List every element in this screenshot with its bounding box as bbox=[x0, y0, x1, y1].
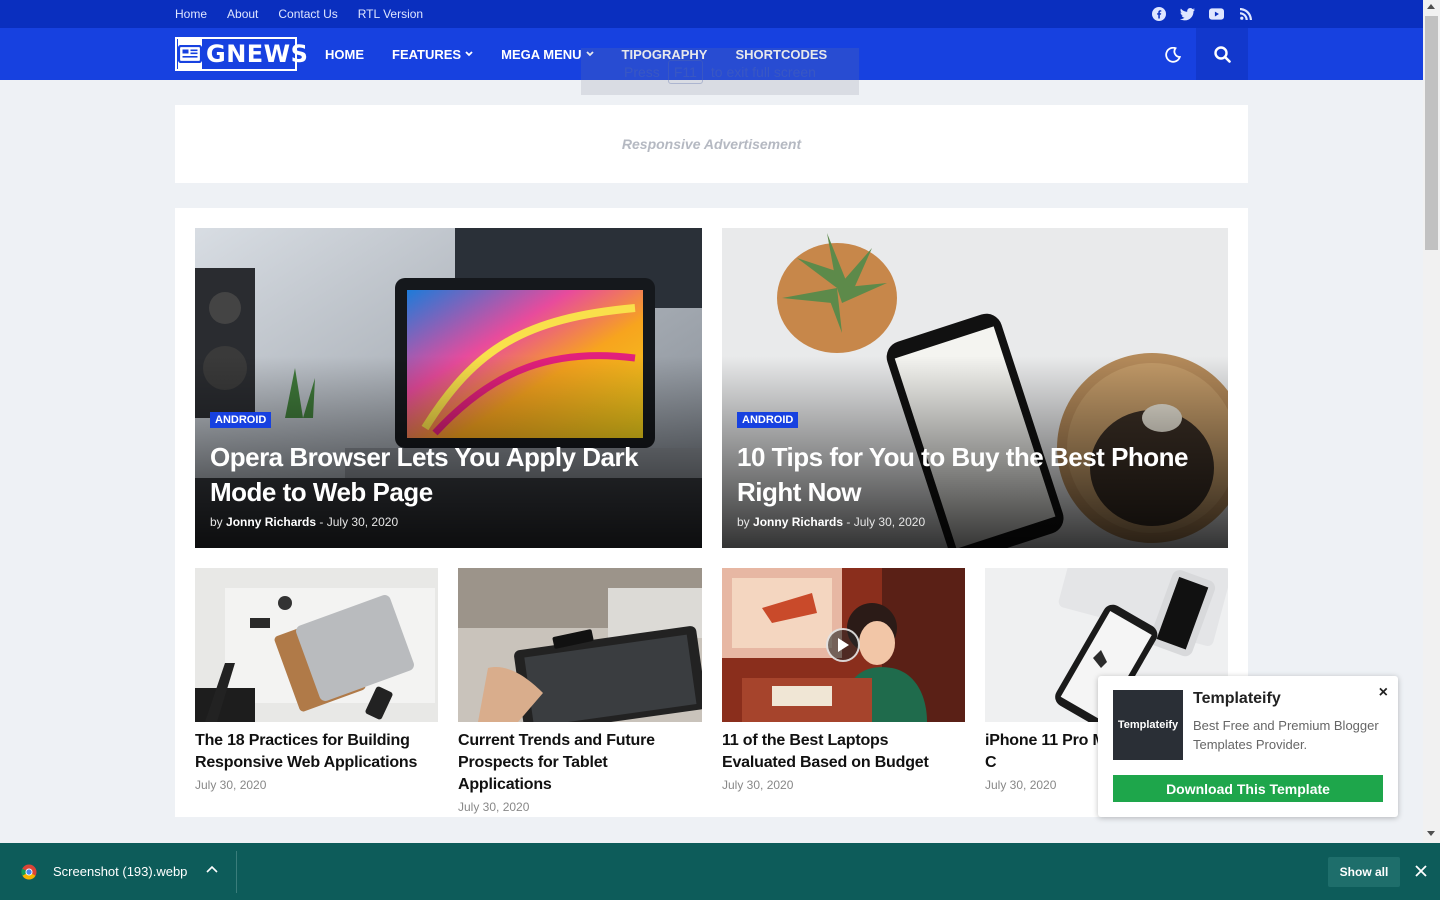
nav-mega-menu[interactable]: MEGA MENU bbox=[501, 46, 594, 62]
toast-key: F11 bbox=[667, 59, 703, 84]
scroll-down-arrow-icon[interactable] bbox=[1427, 831, 1435, 836]
desk-image bbox=[195, 568, 438, 722]
fullscreen-toast: Press F11 to exit full screen bbox=[581, 48, 859, 95]
top-links: Home About Contact Us RTL Version bbox=[175, 0, 423, 28]
post-title[interactable]: The 18 Practices for Building Responsive… bbox=[195, 730, 438, 774]
post-thumbnail[interactable] bbox=[195, 568, 438, 722]
top-link-contact[interactable]: Contact Us bbox=[278, 7, 337, 21]
meta-by: by bbox=[210, 515, 223, 529]
top-link-rtl[interactable]: RTL Version bbox=[358, 7, 423, 21]
post-date: July 30, 2020 bbox=[195, 778, 267, 792]
tablet-image bbox=[458, 568, 702, 722]
top-bar: Home About Contact Us RTL Version bbox=[0, 0, 1423, 28]
download-filename: Screenshot (193).webp bbox=[53, 864, 188, 879]
category-badge[interactable]: ANDROID bbox=[737, 412, 799, 428]
downloads-bar: Screenshot (193).webp Show all bbox=[0, 843, 1440, 900]
chrome-icon bbox=[21, 864, 37, 880]
post-card[interactable]: 11 of the Best Laptops Evaluated Based o… bbox=[722, 568, 965, 792]
post-meta: by Jonny Richards - July 30, 2020 bbox=[737, 515, 925, 529]
show-all-button[interactable]: Show all bbox=[1328, 857, 1400, 887]
popup-logo-text: Templateify bbox=[1117, 719, 1179, 731]
chevron-up-icon[interactable] bbox=[206, 865, 218, 873]
dark-mode-toggle[interactable] bbox=[1162, 44, 1184, 66]
search-icon bbox=[1213, 45, 1231, 63]
play-icon bbox=[838, 638, 849, 652]
advertisement: Responsive Advertisement bbox=[175, 105, 1248, 183]
post-date: July 30, 2020 bbox=[458, 800, 530, 814]
featured-post[interactable]: ANDROID 10 Tips for You to Buy the Best … bbox=[722, 228, 1228, 548]
top-link-home[interactable]: Home bbox=[175, 7, 207, 21]
social-links bbox=[1151, 0, 1253, 28]
download-template-button[interactable]: Download This Template bbox=[1113, 775, 1383, 802]
toast-text-after: to exit full screen bbox=[710, 63, 816, 80]
facebook-icon[interactable] bbox=[1151, 7, 1166, 22]
templateify-logo: Templateify bbox=[1113, 690, 1183, 760]
post-date: - July 30, 2020 bbox=[319, 515, 399, 529]
nav-features[interactable]: FEATURES bbox=[392, 47, 473, 62]
popup-title: Templateify bbox=[1193, 690, 1281, 707]
nav-home-label: HOME bbox=[325, 46, 364, 62]
top-link-about[interactable]: About bbox=[227, 7, 258, 21]
scroll-up-arrow-icon[interactable] bbox=[1427, 4, 1435, 9]
featured-post[interactable]: ANDROID Opera Browser Lets You Apply Dar… bbox=[195, 228, 702, 548]
divider bbox=[236, 851, 237, 893]
moon-icon bbox=[1165, 47, 1181, 63]
meta-by: by bbox=[737, 515, 750, 529]
featured-title[interactable]: Opera Browser Lets You Apply Dark Mode t… bbox=[210, 440, 695, 510]
rss-icon[interactable] bbox=[1238, 7, 1253, 22]
post-card[interactable]: The 18 Practices for Building Responsive… bbox=[195, 568, 438, 792]
post-date: July 30, 2020 bbox=[722, 778, 794, 792]
scroll-thumb[interactable] bbox=[1425, 16, 1438, 250]
popup-description: Best Free and Premium Blogger Templates … bbox=[1193, 718, 1379, 752]
post-thumbnail[interactable] bbox=[458, 568, 702, 722]
close-icon[interactable]: × bbox=[1379, 684, 1388, 702]
nav-mega-menu-label: MEGA MENU bbox=[501, 46, 582, 62]
promo-popup: Templateify Templateify Best Free and Pr… bbox=[1098, 676, 1398, 817]
site-logo[interactable]: GNEWS bbox=[175, 37, 308, 71]
nav-home[interactable]: HOME bbox=[325, 47, 364, 62]
post-title[interactable]: Current Trends and Future Prospects for … bbox=[458, 730, 702, 796]
chevron-down-icon bbox=[465, 51, 473, 57]
category-badge[interactable]: ANDROID bbox=[210, 412, 272, 428]
advertisement-label: Responsive Advertisement bbox=[621, 136, 802, 152]
twitter-icon[interactable] bbox=[1180, 7, 1195, 22]
post-title[interactable]: 11 of the Best Laptops Evaluated Based o… bbox=[722, 730, 965, 774]
post-card[interactable]: Current Trends and Future Prospects for … bbox=[458, 568, 702, 814]
post-author[interactable]: Jonny Richards bbox=[226, 515, 316, 529]
post-author[interactable]: Jonny Richards bbox=[753, 515, 843, 529]
post-meta: by Jonny Richards - July 30, 2020 bbox=[210, 515, 398, 529]
post-thumbnail[interactable] bbox=[722, 568, 965, 722]
logo-text: GNEWS bbox=[206, 40, 309, 68]
featured-title[interactable]: 10 Tips for You to Buy the Best Phone Ri… bbox=[737, 440, 1222, 510]
nav-features-label: FEATURES bbox=[392, 46, 462, 62]
youtube-icon[interactable] bbox=[1209, 7, 1224, 22]
page-scrollbar[interactable] bbox=[1423, 0, 1440, 843]
search-button[interactable] bbox=[1196, 28, 1248, 80]
download-item[interactable]: Screenshot (193).webp bbox=[0, 843, 236, 900]
newspaper-icon bbox=[178, 39, 202, 69]
play-button[interactable] bbox=[826, 628, 860, 662]
close-icon[interactable] bbox=[1413, 863, 1429, 879]
post-date: - July 30, 2020 bbox=[846, 515, 926, 529]
toast-text-before: Press bbox=[624, 63, 660, 80]
